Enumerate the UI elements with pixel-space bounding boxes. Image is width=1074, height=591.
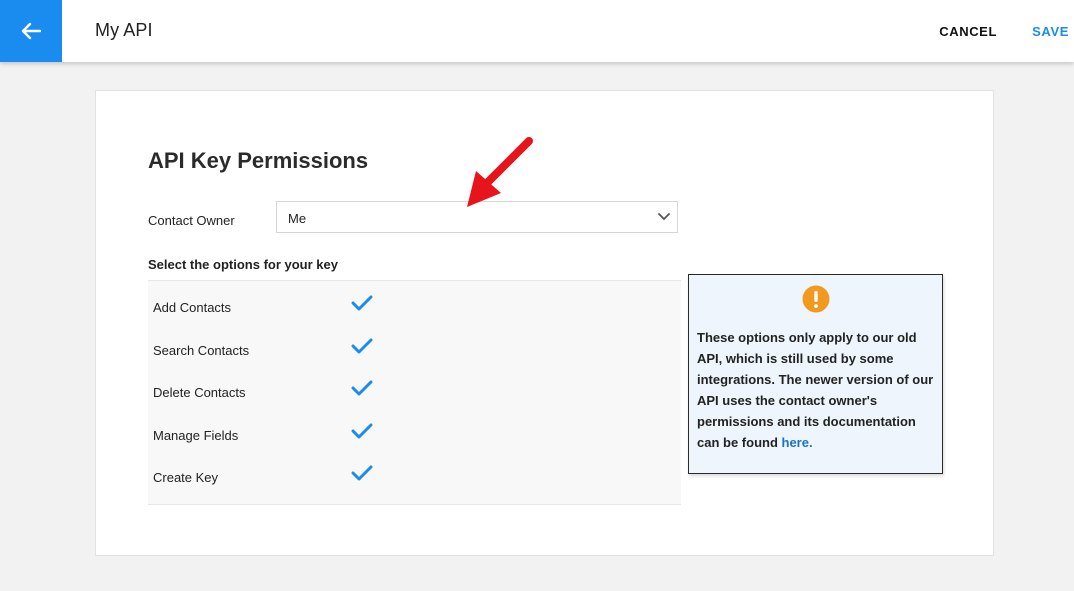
- info-message: These options only apply to our old API,…: [697, 330, 934, 450]
- cancel-button[interactable]: CANCEL: [939, 24, 997, 39]
- options-heading: Select the options for your key: [148, 257, 338, 272]
- checkmark-icon[interactable]: [351, 422, 373, 440]
- option-create-key: Create Key: [148, 454, 681, 494]
- page-title: My API: [95, 20, 153, 40]
- permissions-card: API Key Permissions Contact Owner Me Sel…: [95, 90, 994, 556]
- arrow-left-icon: [21, 22, 41, 40]
- option-label: Delete Contacts: [153, 385, 246, 400]
- documentation-link[interactable]: here.: [782, 435, 813, 450]
- option-delete-contacts: Delete Contacts: [148, 369, 681, 409]
- back-button[interactable]: [0, 0, 62, 62]
- contact-owner-value: Me: [288, 211, 307, 226]
- checkmark-icon[interactable]: [351, 464, 373, 482]
- option-add-contacts: Add Contacts: [148, 284, 681, 324]
- option-label: Create Key: [153, 470, 219, 485]
- checkmark-icon[interactable]: [351, 337, 373, 355]
- checkmark-icon[interactable]: [351, 379, 373, 397]
- top-bar: My API CANCEL SAVE: [0, 0, 1074, 62]
- info-box: These options only apply to our old API,…: [688, 274, 943, 474]
- option-manage-fields: Manage Fields: [148, 412, 681, 452]
- option-label: Add Contacts: [153, 300, 232, 315]
- section-title: API Key Permissions: [148, 148, 369, 173]
- warning-icon: [802, 285, 830, 313]
- red-arrow-icon: [467, 137, 533, 207]
- option-label: Search Contacts: [153, 343, 250, 358]
- info-text: These options only apply to our old API,…: [697, 327, 937, 453]
- chevron-down-icon: [658, 213, 670, 221]
- option-label: Manage Fields: [153, 428, 239, 443]
- option-search-contacts: Search Contacts: [148, 327, 681, 367]
- contact-owner-label: Contact Owner: [148, 213, 235, 228]
- save-button[interactable]: SAVE: [1032, 24, 1069, 39]
- options-list: Add Contacts Search Contacts Delete Cont…: [148, 280, 681, 505]
- checkmark-icon[interactable]: [351, 294, 373, 312]
